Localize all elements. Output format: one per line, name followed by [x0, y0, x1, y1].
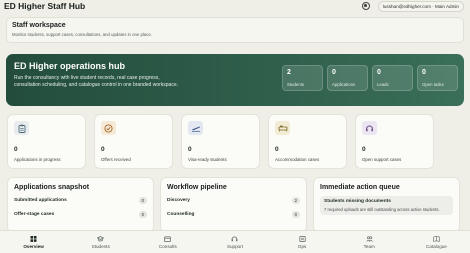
- alert-detail: 7 required uploads are still outstanding…: [324, 207, 440, 212]
- nav-overview[interactable]: Overview: [6, 235, 62, 249]
- nav-label: Team: [363, 243, 375, 249]
- grid-icon: [30, 235, 37, 242]
- metric-value: 0: [101, 146, 105, 153]
- top-bar: ED Higher Staff Hub lusshan@edhigher.com…: [0, 0, 470, 12]
- metric-value: 0: [14, 146, 18, 153]
- nav-label: Ops: [297, 243, 307, 249]
- hero-stat-label: Applications: [332, 82, 356, 87]
- count-badge: 0: [138, 211, 147, 218]
- metric-card-applications[interactable]: 0 Applications in progress: [7, 114, 86, 169]
- nav-students[interactable]: Students: [73, 235, 129, 249]
- row-label: Submitted applications: [14, 198, 67, 203]
- metric-label: Accommodation cases: [275, 157, 320, 162]
- nav-catalogue[interactable]: Catalogue: [408, 235, 464, 249]
- hero-stat-value: 0: [422, 69, 426, 76]
- hero-stat-applications[interactable]: 0 Applications: [327, 65, 368, 91]
- check-circle-icon: [101, 121, 116, 135]
- operations-hub-hero: ED Higher operations hub Run the consult…: [6, 54, 464, 106]
- students-icon: [97, 235, 105, 242]
- metric-label: Applications in progress: [14, 157, 61, 162]
- catalogue-icon: [433, 235, 440, 242]
- pipeline-row[interactable]: Discovery 2: [167, 196, 300, 205]
- metric-card-visa[interactable]: 0 Visa-ready students: [181, 114, 260, 169]
- count-badge: 0: [138, 197, 147, 204]
- metric-card-accommodation[interactable]: 0 Accommodation cases: [268, 114, 347, 169]
- pipeline-row[interactable]: Counselling 0: [167, 210, 300, 219]
- hero-stat-leads[interactable]: 0 Leads: [372, 65, 413, 91]
- user-account-chip[interactable]: lusshan@edhigher.com · Main Admin: [377, 0, 464, 12]
- metric-cards: 0 Applications in progress 0 Offers rece…: [7, 114, 463, 169]
- row-label: Counselling: [167, 212, 195, 217]
- hero-stat-label: Open tasks: [422, 82, 444, 87]
- hero-stats: 2 Students 0 Applications 0 Leads 0 Open…: [282, 65, 458, 91]
- alert-title: Students missing documents: [324, 199, 391, 204]
- calendar-icon: [164, 235, 172, 242]
- top-right-controls: lusshan@edhigher.com · Main Admin: [361, 0, 464, 12]
- workspace-banner: Staff workspace Monitor students, suppor…: [6, 17, 464, 43]
- hero-stat-value: 0: [332, 69, 336, 76]
- nav-label: Support: [226, 243, 244, 249]
- nav-label: Overview: [23, 243, 44, 249]
- metric-label: Visa-ready students: [188, 157, 227, 162]
- workflow-pipeline-panel: Workflow pipeline Discovery 2 Counsellin…: [160, 177, 307, 233]
- metric-value: 0: [275, 146, 279, 153]
- hero-stat-value: 0: [377, 69, 381, 76]
- hero-stat-label: Leads: [377, 82, 389, 87]
- metric-value: 0: [188, 146, 192, 153]
- hero-stat-value: 2: [287, 69, 291, 76]
- metric-card-support[interactable]: 0 Open support cases: [355, 114, 434, 169]
- hero-description: Run the consultancy with live student re…: [14, 75, 178, 88]
- nav-team[interactable]: Team: [341, 235, 397, 249]
- count-badge: 2: [291, 197, 300, 204]
- nav-ops[interactable]: Ops: [274, 235, 330, 249]
- bed-icon: [275, 121, 290, 135]
- panel-title: Applications snapshot: [14, 184, 90, 191]
- plane-icon: [188, 121, 203, 135]
- metric-label: Open support cases: [362, 157, 402, 162]
- metric-label: Offers received: [101, 157, 131, 162]
- nav-label: Catalogue: [425, 243, 447, 249]
- hero-stat-label: Students: [287, 82, 304, 87]
- applications-snapshot-panel: Applications snapshot Submitted applicat…: [7, 177, 154, 233]
- nav-label: Students: [91, 243, 110, 249]
- metric-value: 0: [362, 146, 366, 153]
- gear-icon[interactable]: [361, 2, 370, 10]
- snapshot-row[interactable]: Offer-stage cases 0: [14, 210, 147, 219]
- nav-support[interactable]: Support: [207, 236, 263, 249]
- nav-label: Consults: [158, 243, 177, 249]
- panel-title: Immediate action queue: [320, 184, 400, 191]
- workspace-title: Staff workspace: [12, 22, 66, 29]
- row-label: Discovery: [167, 198, 190, 203]
- ops-icon: [299, 235, 306, 242]
- dashboard-panels: Applications snapshot Submitted applicat…: [7, 177, 465, 233]
- support-icon: [362, 121, 377, 135]
- app-title: ED Higher Staff Hub: [4, 1, 86, 11]
- missing-documents-alert[interactable]: Students missing documents 7 required up…: [320, 196, 453, 216]
- snapshot-row[interactable]: Submitted applications 0: [14, 196, 147, 205]
- hero-stat-open-tasks[interactable]: 0 Open tasks: [417, 65, 458, 91]
- count-badge: 0: [291, 211, 300, 218]
- bottom-navigation: Overview Students Consults Support Ops T…: [0, 230, 470, 253]
- clipboard-icon: [14, 121, 29, 135]
- nav-consults[interactable]: Consults: [140, 235, 196, 249]
- support-icon: [231, 236, 238, 242]
- row-label: Offer-stage cases: [14, 212, 55, 217]
- team-icon: [366, 235, 373, 242]
- panel-title: Workflow pipeline: [167, 184, 227, 191]
- action-queue-panel: Immediate action queue Students missing …: [313, 177, 460, 233]
- metric-card-offers[interactable]: 0 Offers received: [94, 114, 173, 169]
- workspace-subtitle: Monitor students, support cases, consult…: [12, 32, 152, 37]
- hero-stat-students[interactable]: 2 Students: [282, 65, 323, 91]
